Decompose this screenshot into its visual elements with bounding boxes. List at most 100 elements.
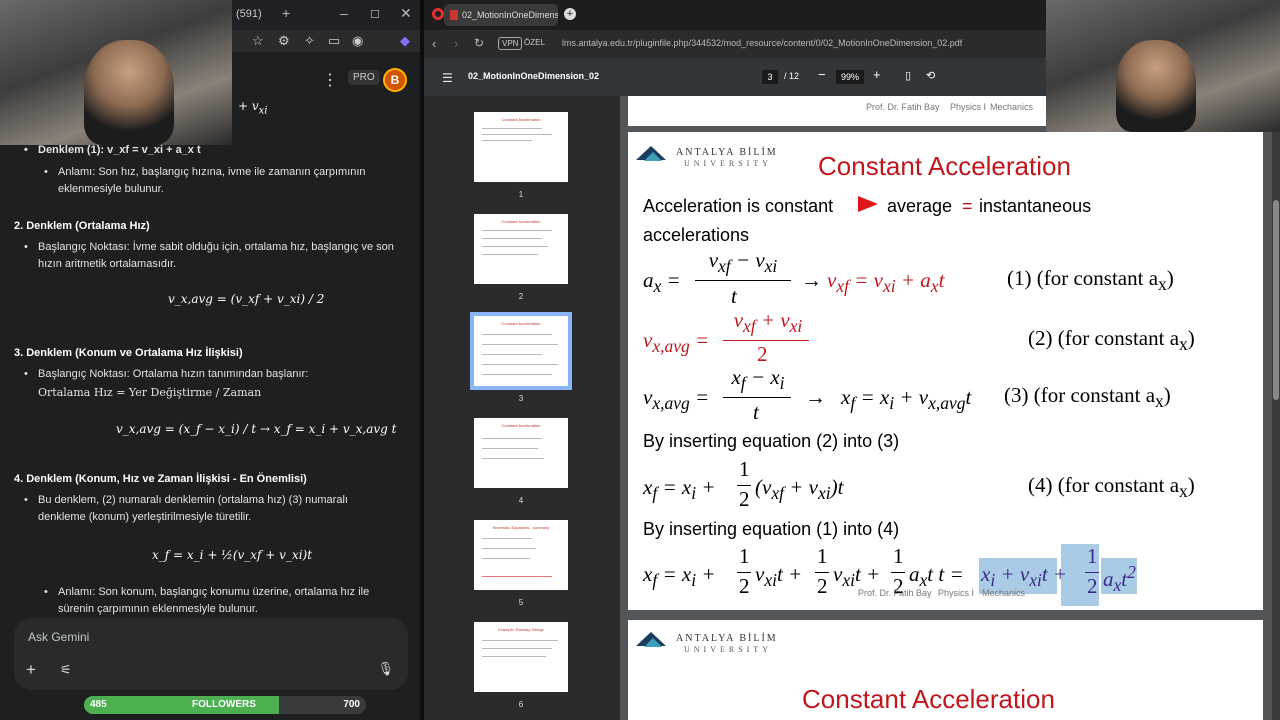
pdf-viewer[interactable]: Prof. Dr. Fatih Bay Physics I Mechanics …: [620, 96, 1280, 720]
thumb-line: [482, 558, 530, 559]
extensions-icon[interactable]: ⚙: [278, 33, 290, 49]
text-line1c: =: [962, 196, 973, 216]
thumb-line: [482, 656, 546, 657]
fit-page-icon[interactable]: ▯: [905, 69, 911, 82]
address-bar: ‹ › ↻ VPN ÖZEL lms.antalya.edu.tr/plugin…: [424, 30, 1046, 58]
eq1-meaning: Anlamı: Son hız, başlangıç hızına, ivme …: [44, 164, 378, 198]
thumb-line: [482, 254, 538, 255]
pdf-scrollbar[interactable]: [1272, 96, 1280, 720]
university-logo-icon: [636, 146, 666, 164]
insert-line-1: By inserting equation (2) into (3): [643, 431, 900, 451]
microphone-icon[interactable]: 🎙: [377, 661, 394, 677]
thumbnail-page-5[interactable]: Kinematic Equations - summary: [474, 520, 568, 590]
tab-bar: 02_MotionInOneDimensio +: [424, 0, 1046, 30]
partial-math-top: + vxi: [238, 99, 268, 117]
text-line2: accelerations: [643, 225, 750, 245]
followers-goal-bar: 485 FOLLOWERS 700: [84, 696, 366, 714]
forward-icon[interactable]: ›: [454, 36, 458, 51]
tab-count: (591): [236, 8, 262, 20]
vpn-badge[interactable]: VPN: [498, 37, 523, 50]
thumb-line: [482, 648, 552, 649]
back-icon[interactable]: ‹: [432, 36, 436, 51]
favorites-icon[interactable]: ✧: [304, 33, 315, 49]
followers-goal: 700: [343, 699, 360, 710]
thumb-line: [482, 640, 558, 641]
add-attachment-icon[interactable]: +: [26, 660, 36, 680]
ask-gemini-box[interactable]: Ask Gemini + ⚟ 🎙: [14, 618, 408, 690]
eq3-formula-words: Ortalama Hız = Yer Değiştirme / Zaman: [38, 386, 262, 399]
followers-current: 485: [90, 699, 107, 710]
more-options-icon[interactable]: ⋮: [322, 70, 338, 90]
eq4-label: (4) (for constant ax): [1028, 473, 1195, 502]
eq2-formula: v_x,avg = (v_xf + v_xi) / 2: [168, 292, 325, 306]
next-slide-title: Constant Acceleration: [802, 684, 1055, 714]
eq4-label-text: (4) (for constant a: [1028, 473, 1180, 497]
rotate-icon[interactable]: ⟲: [926, 69, 935, 82]
scroll-thumb[interactable]: [1273, 200, 1279, 400]
footer-author: Prof. Dr. Fatih Bay: [858, 588, 932, 598]
new-tab-icon[interactable]: +: [282, 5, 290, 21]
thumb-line: [482, 576, 552, 577]
zoom-level[interactable]: 99%: [836, 70, 864, 84]
close-icon[interactable]: ✕: [400, 5, 412, 22]
page-number-input[interactable]: 3: [762, 70, 778, 84]
copilot-icon[interactable]: ◆: [400, 33, 410, 49]
thumb-line: [482, 344, 558, 345]
eq3-label-text: (3) (for constant a: [1004, 383, 1156, 407]
text-line1a: Acceleration is constant: [643, 196, 834, 216]
thumb-line: [482, 246, 548, 247]
thumb-line: [482, 238, 542, 239]
avatar[interactable]: B: [383, 68, 407, 92]
page-total: / 12: [784, 71, 800, 81]
opera-logo-icon[interactable]: [432, 8, 444, 20]
equation-2: vx,avg = vxf + vxi 2: [643, 308, 809, 366]
menu-icon[interactable]: ☰: [442, 71, 453, 85]
opera-browser: 02_MotionInOneDimensio + ‹ › ↻ VPN ÖZEL …: [424, 0, 1280, 720]
new-tab-icon[interactable]: +: [564, 8, 576, 20]
ask-input-placeholder[interactable]: Ask Gemini: [28, 630, 89, 644]
thumbnail-panel: Constant Acceleration 1 Constant Acceler…: [424, 96, 620, 720]
equation-4: xf = xi + 1 2 (vxf + vxi)t: [643, 457, 844, 511]
thumbnail-page-3-selected[interactable]: Constant Acceleration: [470, 312, 572, 390]
equation-1: ax = vxf − vxi t → vxf = vxi + axt: [643, 248, 945, 308]
zoom-in-icon[interactable]: +: [873, 67, 881, 82]
thumbnail-number: 4: [518, 496, 524, 505]
thumb-line: [482, 364, 558, 365]
eq4-formula: x_f = x_i + ½(v_xf + v_xi)t: [152, 548, 313, 562]
text-line1b: average: [887, 196, 953, 216]
thumbnail-number: 1: [518, 190, 524, 199]
profile-icon[interactable]: ◉: [352, 33, 363, 49]
red-arrow-icon: [858, 196, 878, 212]
thumbnail-page-4[interactable]: Constant Acceleration: [474, 418, 568, 488]
university-sub: UNIVERSITY: [684, 159, 772, 168]
thumb-line: [482, 538, 532, 539]
gemini-pane: (591) + – ☐ ✕ ☆ ⚙ ✧ ▭ ◉ ◆ ⋮ PRO B + vxi …: [0, 0, 420, 720]
tab-pdf[interactable]: 02_MotionInOneDimensio: [444, 4, 558, 26]
thumb-line: [482, 334, 552, 335]
reload-icon[interactable]: ↻: [474, 36, 484, 50]
url-field[interactable]: lms.antalya.edu.tr/pluginfile.php/344532…: [562, 38, 962, 48]
favorite-star-icon[interactable]: ☆: [252, 33, 264, 49]
minimize-icon[interactable]: –: [340, 5, 348, 21]
maximize-icon[interactable]: ☐: [370, 8, 380, 21]
eq3-formula: v_x,avg = (x_f − x_i) / t → x_f = x_i + …: [116, 422, 397, 436]
thumb-line: [482, 374, 552, 375]
zoom-out-icon[interactable]: −: [818, 67, 826, 82]
pdf-toolbar: ☰ 02_MotionInOneDimension_02 3 / 12 − 99…: [424, 58, 1046, 96]
thumbnail-page-1[interactable]: Constant Acceleration: [474, 112, 568, 182]
footer-topic: Mechanics: [982, 588, 1026, 598]
thumb-line: [482, 134, 552, 135]
eq1-label: (1) (for constant ax): [1007, 266, 1174, 295]
collections-icon[interactable]: ▭: [328, 33, 340, 49]
header-course: Physics I: [950, 102, 987, 112]
thumb-line: [482, 140, 532, 141]
eq1-label-text: (1) (for constant a: [1007, 266, 1159, 290]
tools-icon[interactable]: ⚟: [60, 662, 72, 678]
eq2-label-text: (2) (for constant a: [1028, 326, 1180, 350]
thumbnail-page-6[interactable]: Example: Runway Design: [474, 622, 568, 692]
thumbnail-number: 5: [518, 598, 524, 607]
footer-course: Physics I: [938, 588, 975, 598]
eq2-start: Başlangıç Noktası: İvme sabit olduğu içi…: [24, 239, 398, 273]
eq4-text: Bu denklem, (2) numaralı denklemin (orta…: [24, 492, 398, 526]
thumbnail-page-2[interactable]: Constant Acceleration: [474, 214, 568, 284]
